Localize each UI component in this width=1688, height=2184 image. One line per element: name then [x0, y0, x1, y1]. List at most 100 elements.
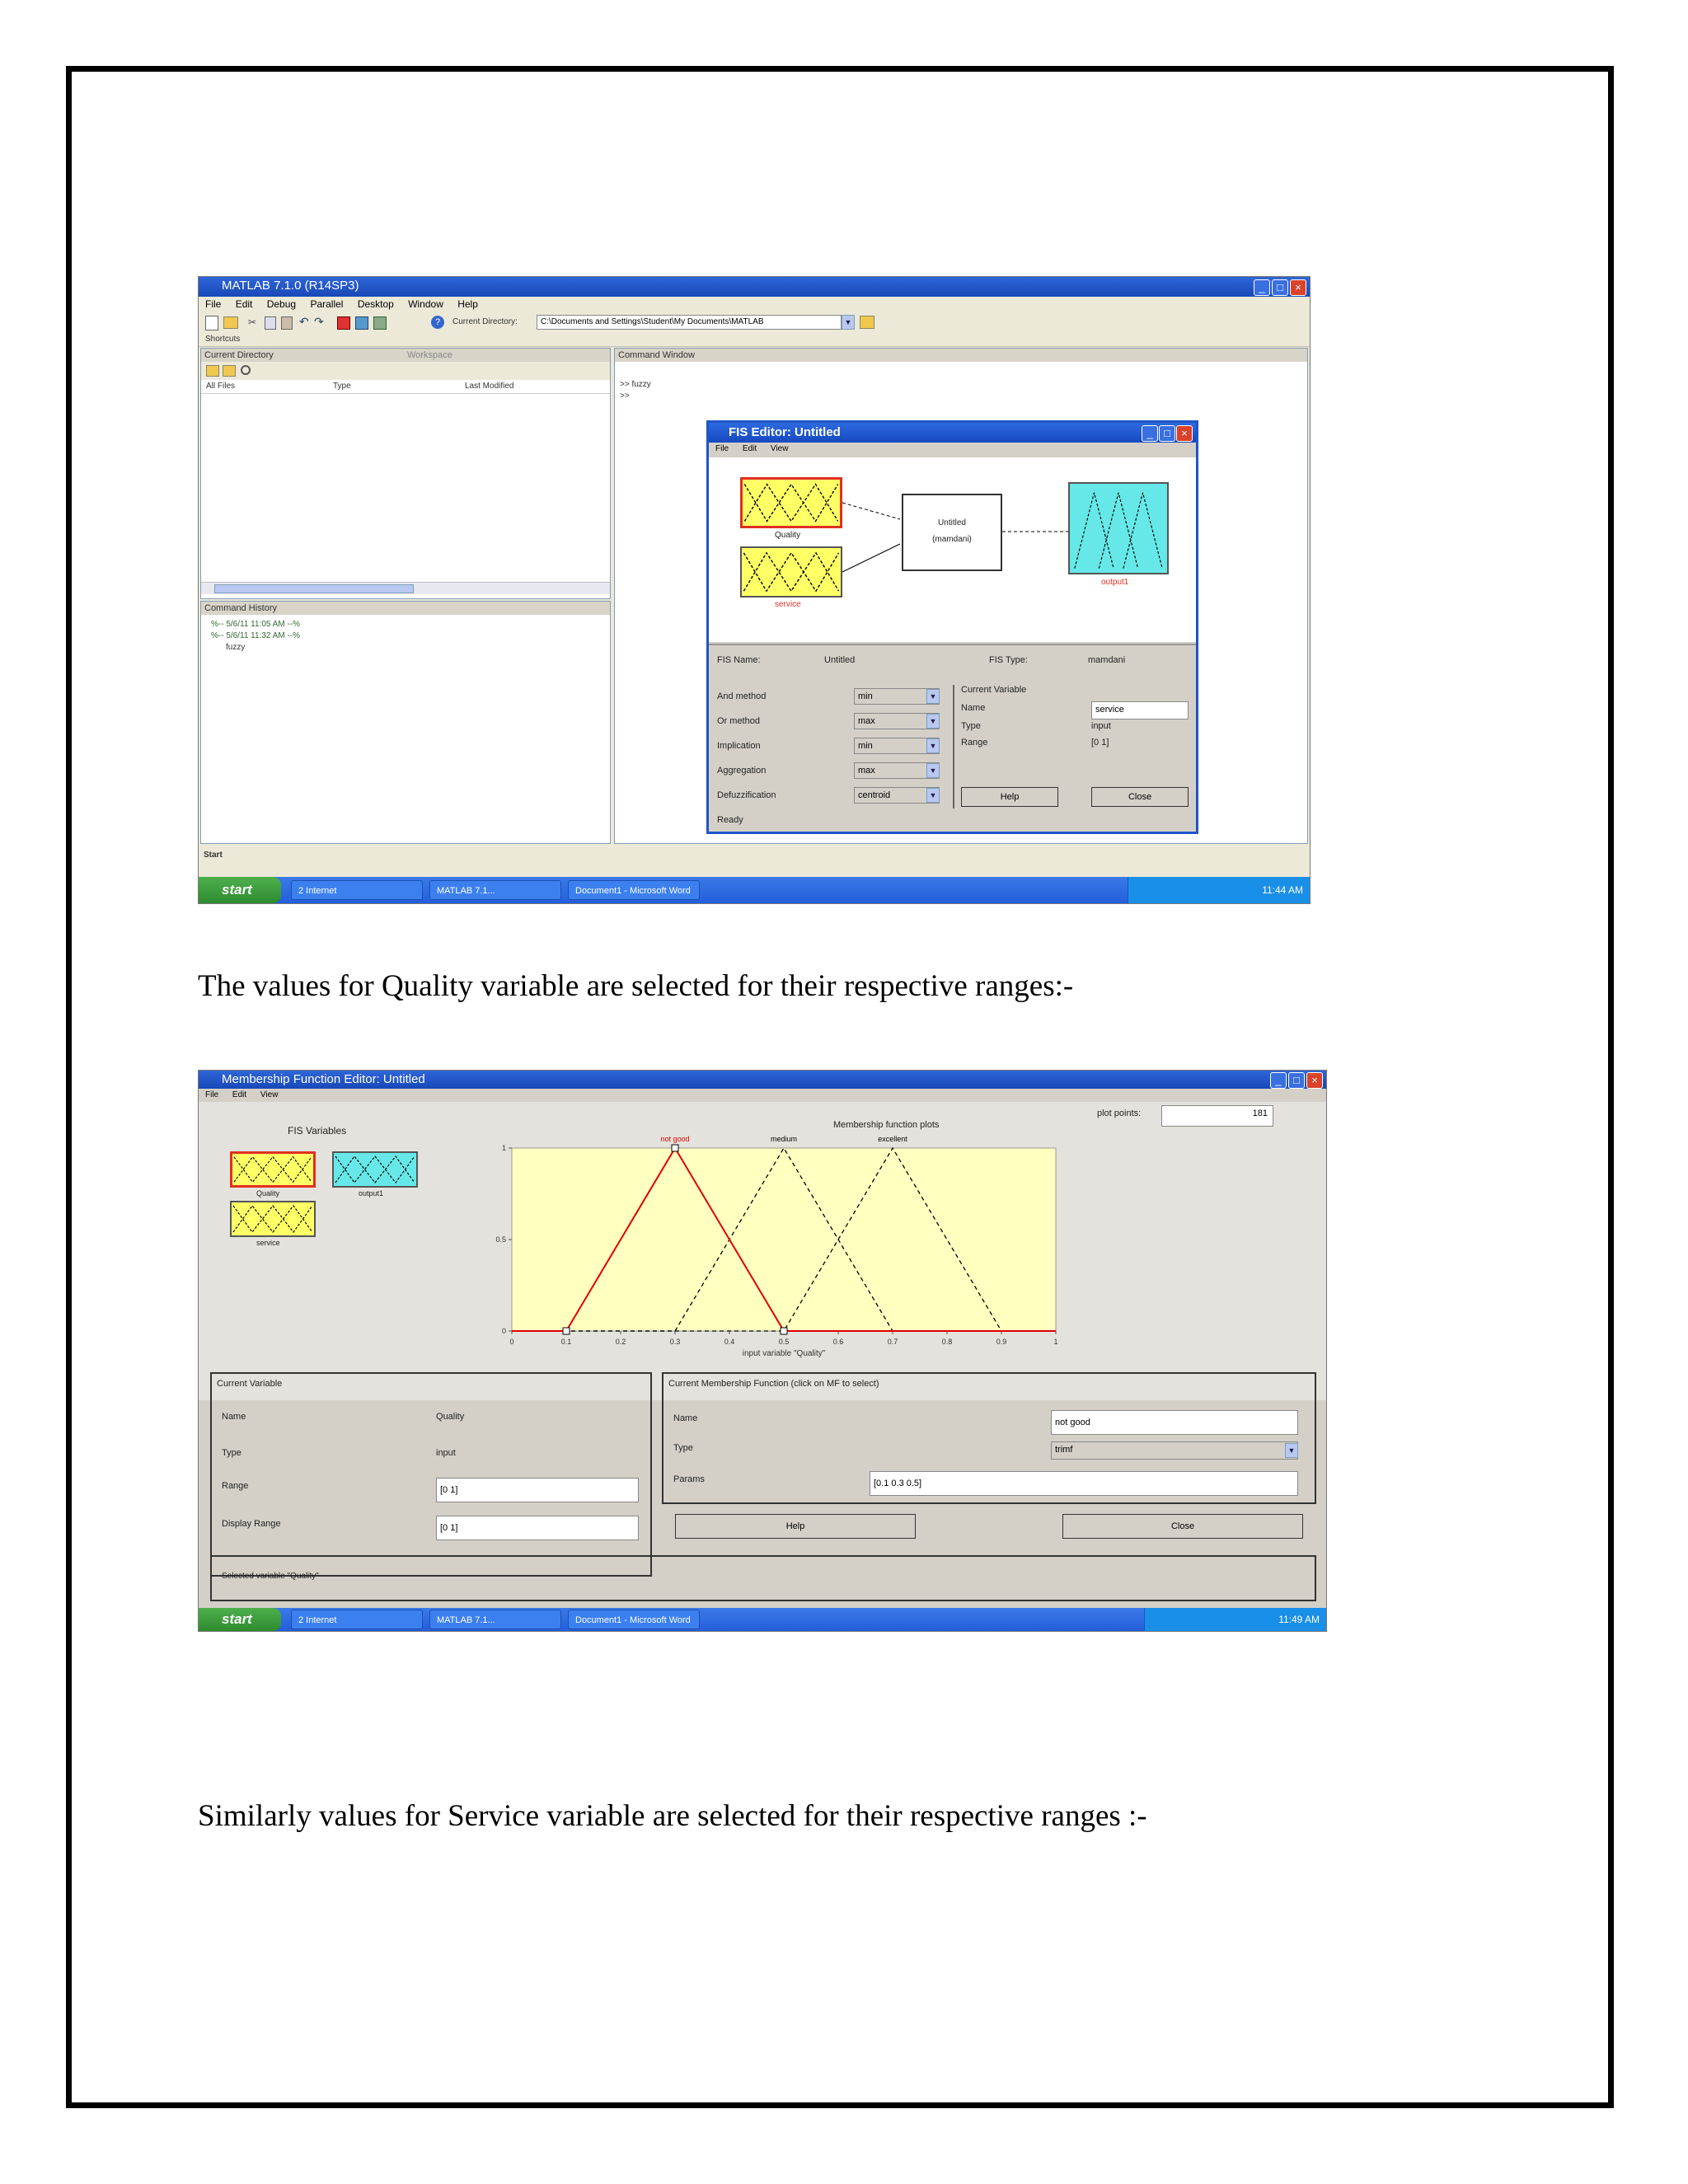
- task-word[interactable]: Document1 - Microsoft Word: [568, 880, 700, 900]
- fis-minimize-icon[interactable]: _: [1142, 425, 1158, 442]
- current-directory-label: Current Directory:: [452, 317, 518, 326]
- menu-help[interactable]: Help: [457, 298, 478, 310]
- plot-points-field[interactable]: 181: [1161, 1105, 1273, 1127]
- defuzzification-label: Defuzzification: [717, 790, 776, 800]
- history-line-1[interactable]: %-- 5/6/11 11:05 AM --%: [211, 620, 300, 629]
- task-internet-2[interactable]: 2 Internet: [291, 1610, 423, 1629]
- close-icon[interactable]: ×: [1290, 279, 1306, 296]
- cv-range-label: Range: [961, 738, 988, 748]
- fis-editor-title: FIS Editor: Untitled: [729, 425, 841, 439]
- scrollbar-horizontal[interactable]: [201, 582, 610, 594]
- task-matlab[interactable]: MATLAB 7.1...: [429, 880, 561, 900]
- help-icon[interactable]: ?: [431, 316, 444, 329]
- copy-icon[interactable]: [265, 316, 276, 330]
- profiler-icon[interactable]: [373, 316, 387, 330]
- fis-menu-edit[interactable]: Edit: [743, 444, 757, 453]
- fis-system-block[interactable]: Untitled (mamdani): [902, 494, 1002, 571]
- cmf-params-field[interactable]: [0.1 0.3 0.5]: [870, 1471, 1298, 1496]
- simulink-icon[interactable]: [337, 316, 350, 330]
- cv2-name-value: Quality: [436, 1412, 465, 1422]
- mf-help-button[interactable]: Help: [675, 1514, 916, 1539]
- current-variable-label: Current Variable: [961, 685, 1027, 695]
- var-service-block[interactable]: [230, 1201, 316, 1237]
- menu-edit[interactable]: Edit: [236, 298, 253, 310]
- directory-dropdown-icon[interactable]: ▼: [842, 315, 855, 330]
- system-type: (mamdani): [932, 535, 972, 544]
- task-word-2[interactable]: Document1 - Microsoft Word: [568, 1610, 700, 1629]
- redo-icon[interactable]: ↷: [314, 315, 324, 329]
- browse-folder-icon[interactable]: [860, 316, 874, 329]
- task-matlab-2[interactable]: MATLAB 7.1...: [429, 1610, 561, 1629]
- cv-name-field[interactable]: service: [1091, 701, 1189, 719]
- mf-menu-edit[interactable]: Edit: [232, 1090, 246, 1099]
- task-internet[interactable]: 2 Internet: [291, 880, 423, 900]
- fis-menu-file[interactable]: File: [715, 444, 729, 453]
- and-method-dropdown-icon[interactable]: ▼: [926, 689, 940, 704]
- mf-plot[interactable]: 0 0.1 0.2 0.3 0.4 0.5 0.6 0.7 0.8 0.9 1 0 0.5 1 input …: [495, 1132, 1072, 1379]
- start-button-2[interactable]: start: [199, 1608, 281, 1631]
- current-directory-path[interactable]: C:\Documents and Settings\Student\My Doc…: [537, 315, 842, 330]
- fis-name-value: Untitled: [824, 655, 856, 665]
- matlab-status-text[interactable]: Start: [204, 851, 223, 860]
- menu-file[interactable]: File: [205, 298, 221, 310]
- cv2-range-field[interactable]: [0 1]: [436, 1478, 639, 1502]
- menu-debug[interactable]: Debug: [267, 298, 296, 310]
- mf-minimize-icon[interactable]: _: [1270, 1072, 1287, 1089]
- cmf-type-select[interactable]: trimf: [1051, 1441, 1298, 1460]
- menu-desktop[interactable]: Desktop: [358, 298, 394, 310]
- cmf-type-dropdown-icon[interactable]: ▼: [1285, 1443, 1298, 1458]
- mf-close-button[interactable]: Close: [1062, 1514, 1303, 1539]
- paste-icon[interactable]: [281, 316, 293, 330]
- var-output-block[interactable]: [332, 1151, 418, 1188]
- mf-menu-file[interactable]: File: [205, 1090, 218, 1099]
- fis-close-button[interactable]: Close: [1091, 787, 1189, 807]
- mf-editor-titlebar: Membership Function Editor: Untitled: [199, 1071, 1326, 1089]
- var-quality-glyph: [233, 1155, 312, 1183]
- mf-status: Selected variable "Quality": [222, 1572, 319, 1581]
- history-line-3[interactable]: fuzzy: [226, 643, 245, 652]
- implication-dropdown-icon[interactable]: ▼: [926, 738, 940, 753]
- new-folder-icon[interactable]: [223, 365, 236, 377]
- open-folder-icon[interactable]: [223, 316, 238, 329]
- x-tick-label: 0.9: [996, 1338, 1007, 1346]
- mf-menu-view[interactable]: View: [260, 1090, 279, 1099]
- col-type[interactable]: Type: [333, 382, 351, 391]
- output-block[interactable]: [1068, 482, 1169, 574]
- undo-icon[interactable]: ↶: [299, 315, 309, 329]
- mf-close-icon[interactable]: ×: [1306, 1072, 1323, 1089]
- fis-help-button[interactable]: Help: [961, 787, 1058, 807]
- cv2-name-label: Name: [222, 1412, 246, 1422]
- workspace-tab[interactable]: Workspace: [407, 349, 452, 362]
- command-line-2[interactable]: >>: [620, 391, 630, 401]
- fis-menu-view[interactable]: View: [771, 444, 789, 453]
- defuzzification-dropdown-icon[interactable]: ▼: [926, 788, 940, 803]
- fis-close-icon[interactable]: ×: [1176, 425, 1193, 442]
- mf-maximize-icon[interactable]: □: [1288, 1072, 1305, 1089]
- guide-icon[interactable]: [355, 316, 368, 330]
- shortcuts-label[interactable]: Shortcuts: [205, 335, 240, 344]
- mf-status-panel: Selected variable "Quality": [210, 1555, 1316, 1601]
- cv2-display-range-field[interactable]: [0 1]: [436, 1516, 639, 1540]
- find-files-icon[interactable]: [241, 365, 251, 375]
- start-button[interactable]: start: [199, 877, 281, 903]
- aggregation-dropdown-icon[interactable]: ▼: [926, 763, 940, 778]
- cut-icon[interactable]: ✂: [248, 316, 258, 328]
- menu-parallel[interactable]: Parallel: [310, 298, 343, 310]
- cmf-name-field[interactable]: not good: [1051, 1410, 1298, 1435]
- col-all-files[interactable]: All Files: [206, 382, 235, 391]
- col-last-modified[interactable]: Last Modified: [465, 382, 513, 391]
- up-folder-icon[interactable]: [206, 365, 219, 377]
- matlab-titlebar: MATLAB 7.1.0 (R14SP3): [199, 277, 1310, 297]
- or-method-dropdown-icon[interactable]: ▼: [926, 714, 940, 729]
- scrollbar-thumb[interactable]: [214, 584, 414, 593]
- x-tick-label: 0.3: [670, 1338, 681, 1346]
- y-tick-label: 0.5: [495, 1235, 506, 1244]
- menu-window[interactable]: Window: [408, 298, 443, 310]
- new-file-icon[interactable]: [205, 316, 218, 330]
- command-line-1: >> fuzzy: [620, 380, 651, 389]
- history-line-2[interactable]: %-- 5/6/11 11:32 AM --%: [211, 631, 300, 640]
- minimize-icon[interactable]: _: [1254, 279, 1270, 296]
- var-quality-block[interactable]: [230, 1151, 316, 1188]
- fis-maximize-icon[interactable]: □: [1159, 425, 1175, 442]
- maximize-icon[interactable]: □: [1272, 279, 1288, 296]
